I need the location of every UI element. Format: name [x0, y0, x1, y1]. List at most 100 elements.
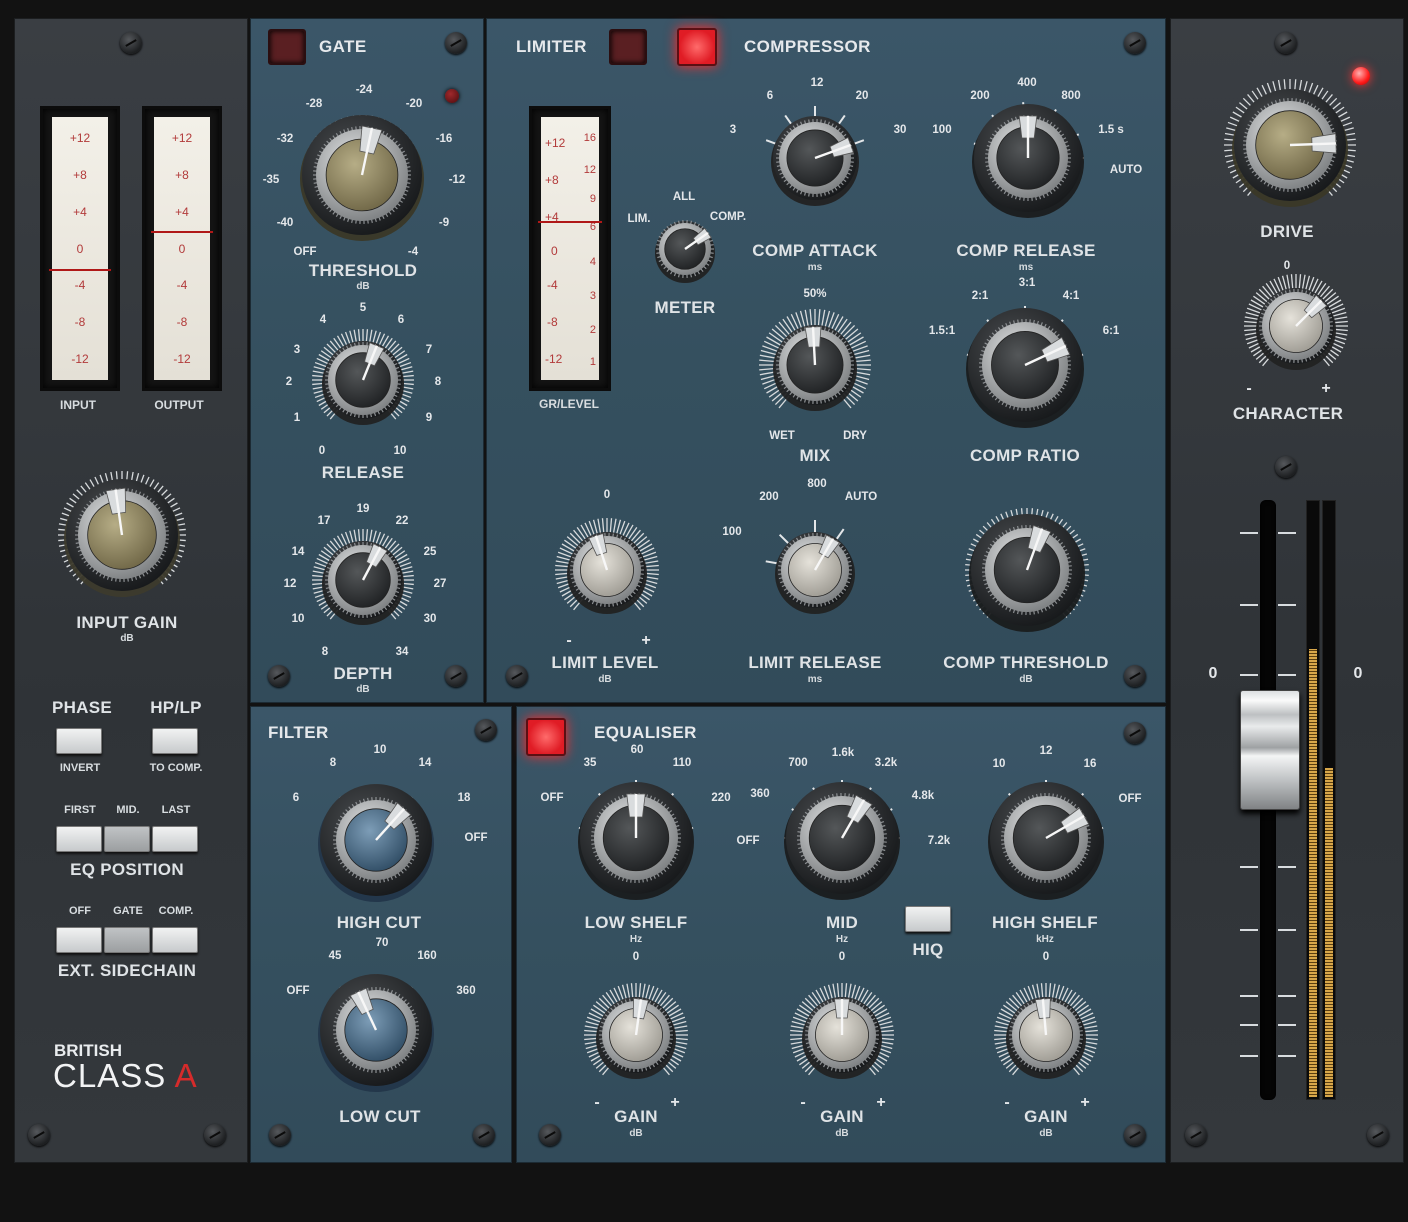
gr-scale-right: 2	[589, 324, 596, 337]
release-scale: 2	[285, 376, 293, 388]
depth-scale: 10	[291, 613, 305, 625]
output-meter-right-fill	[1325, 768, 1333, 1097]
threshold-scale: -28	[305, 98, 323, 110]
depth-unit: dB	[356, 684, 370, 695]
mid-scale: 3.2k	[874, 757, 898, 769]
high-cut-scale: OFF	[464, 832, 488, 844]
eq-position-first-button[interactable]	[56, 826, 102, 852]
high-gain-label: GAIN	[1024, 1107, 1068, 1126]
limit-release-scale: 200	[759, 491, 779, 503]
depth-scale: 14	[291, 546, 305, 558]
sidechain-option-off: OFF	[69, 905, 91, 917]
brand-logo: CLASS A	[53, 1057, 198, 1095]
meter-option-comp: COMP.	[709, 211, 747, 223]
equaliser-enable-switch[interactable]	[526, 718, 566, 756]
output-meter-left	[1306, 500, 1320, 1100]
meter-scale-label: +12	[69, 131, 91, 146]
threshold-scale: -35	[262, 174, 280, 186]
filter-title: FILTER	[268, 723, 329, 742]
threshold-scale: -40	[276, 217, 294, 229]
output-meter-left-fill	[1309, 648, 1317, 1097]
output-meter-label: OUTPUT	[154, 398, 204, 412]
screw	[475, 719, 497, 741]
depth-scale: 30	[423, 613, 437, 625]
hplp-to-comp-button[interactable]	[152, 728, 198, 754]
high-cut-label: HIGH CUT	[336, 913, 422, 932]
gain-plus: +	[670, 1094, 680, 1111]
compressor-title: COMPRESSOR	[744, 37, 871, 56]
low-cut-scale: 160	[417, 950, 437, 962]
low-cut-scale: OFF	[286, 985, 310, 997]
release-scale: 4	[319, 314, 327, 326]
fader-tick	[1278, 995, 1296, 997]
hplp-sub-label: TO COMP.	[149, 762, 203, 774]
attack-scale: 3	[729, 124, 737, 136]
output-fader-handle[interactable]	[1240, 690, 1300, 810]
release-scale: 0	[318, 445, 326, 457]
sidechain-gate-button[interactable]	[104, 927, 150, 953]
comp-threshold-label: COMP THRESHOLD	[943, 653, 1109, 672]
fader-tick	[1240, 929, 1258, 931]
comp-ratio-label: COMP RATIO	[969, 446, 1081, 465]
screw	[1124, 665, 1146, 687]
gain-plus: +	[1080, 1094, 1090, 1111]
eq-position-last-button[interactable]	[152, 826, 198, 852]
gr-scale-right: 6	[589, 221, 596, 234]
meter-scale-label: +4	[73, 204, 87, 219]
screw	[1124, 1124, 1146, 1146]
gain-minus: -	[1004, 1094, 1010, 1111]
phase-sub-label: INVERT	[59, 762, 101, 774]
limit-level-plus: +	[641, 632, 651, 649]
output-meter: +12 +8 +4 0 -4 -8 -12	[142, 106, 222, 391]
screw	[1124, 32, 1146, 54]
limiter-enable-switch[interactable]	[609, 29, 647, 65]
low-shelf-scale: 220	[711, 792, 731, 804]
eq-position-mid-button[interactable]	[104, 826, 150, 852]
attack-scale: 30	[893, 124, 907, 136]
screw	[1275, 456, 1297, 478]
high-cut-scale: 10	[373, 744, 387, 756]
gate-enable-switch[interactable]	[268, 29, 306, 65]
high-cut-scale: 6	[292, 792, 300, 804]
input-meter-label: INPUT	[60, 398, 96, 412]
gain-top: 0	[838, 951, 846, 963]
release-scale: 7	[425, 344, 433, 356]
character-plus: +	[1321, 380, 1331, 397]
screw	[1185, 1124, 1207, 1146]
comp-release-scale: 1.5 s	[1098, 124, 1124, 136]
compressor-enable-switch[interactable]	[677, 28, 717, 66]
character-top: 0	[1283, 260, 1291, 272]
fader-tick	[1278, 866, 1296, 868]
low-cut-label: LOW CUT	[339, 1107, 421, 1126]
low-gain-label: GAIN	[614, 1107, 658, 1126]
phase-invert-button[interactable]	[56, 728, 102, 754]
meter-option-all: ALL	[672, 191, 696, 203]
gr-scale-right: 3	[589, 289, 596, 302]
sidechain-comp-button[interactable]	[152, 927, 198, 953]
phase-label: PHASE	[51, 698, 113, 717]
low-shelf-scale: OFF	[540, 792, 564, 804]
eq-position-option-last: LAST	[161, 804, 191, 816]
release-scale: 6	[397, 314, 405, 326]
attack-scale: 20	[855, 90, 869, 102]
sidechain-option-gate: GATE	[113, 905, 143, 917]
screw	[204, 1124, 226, 1146]
comp-attack-unit: ms	[807, 262, 823, 273]
meter-scale-label: +8	[73, 167, 87, 182]
high-shelf-scale: 12	[1039, 745, 1053, 757]
limit-release-scale: 800	[807, 478, 827, 490]
sidechain-off-button[interactable]	[56, 927, 102, 953]
fader-tick	[1278, 674, 1296, 676]
fader-tick	[1240, 866, 1258, 868]
meter-label: METER	[654, 298, 716, 317]
screw	[1275, 32, 1297, 54]
release-scale: 5	[359, 302, 367, 314]
gr-scale-right: 16	[583, 132, 596, 145]
screw	[268, 665, 290, 687]
gain-minus: -	[594, 1094, 600, 1111]
fader-tick	[1240, 995, 1258, 997]
gr-scale-right: 12	[583, 163, 596, 176]
limit-level-label: LIMIT LEVEL	[551, 653, 659, 672]
hiq-button[interactable]	[905, 906, 951, 932]
low-cut-scale: 360	[456, 985, 476, 997]
